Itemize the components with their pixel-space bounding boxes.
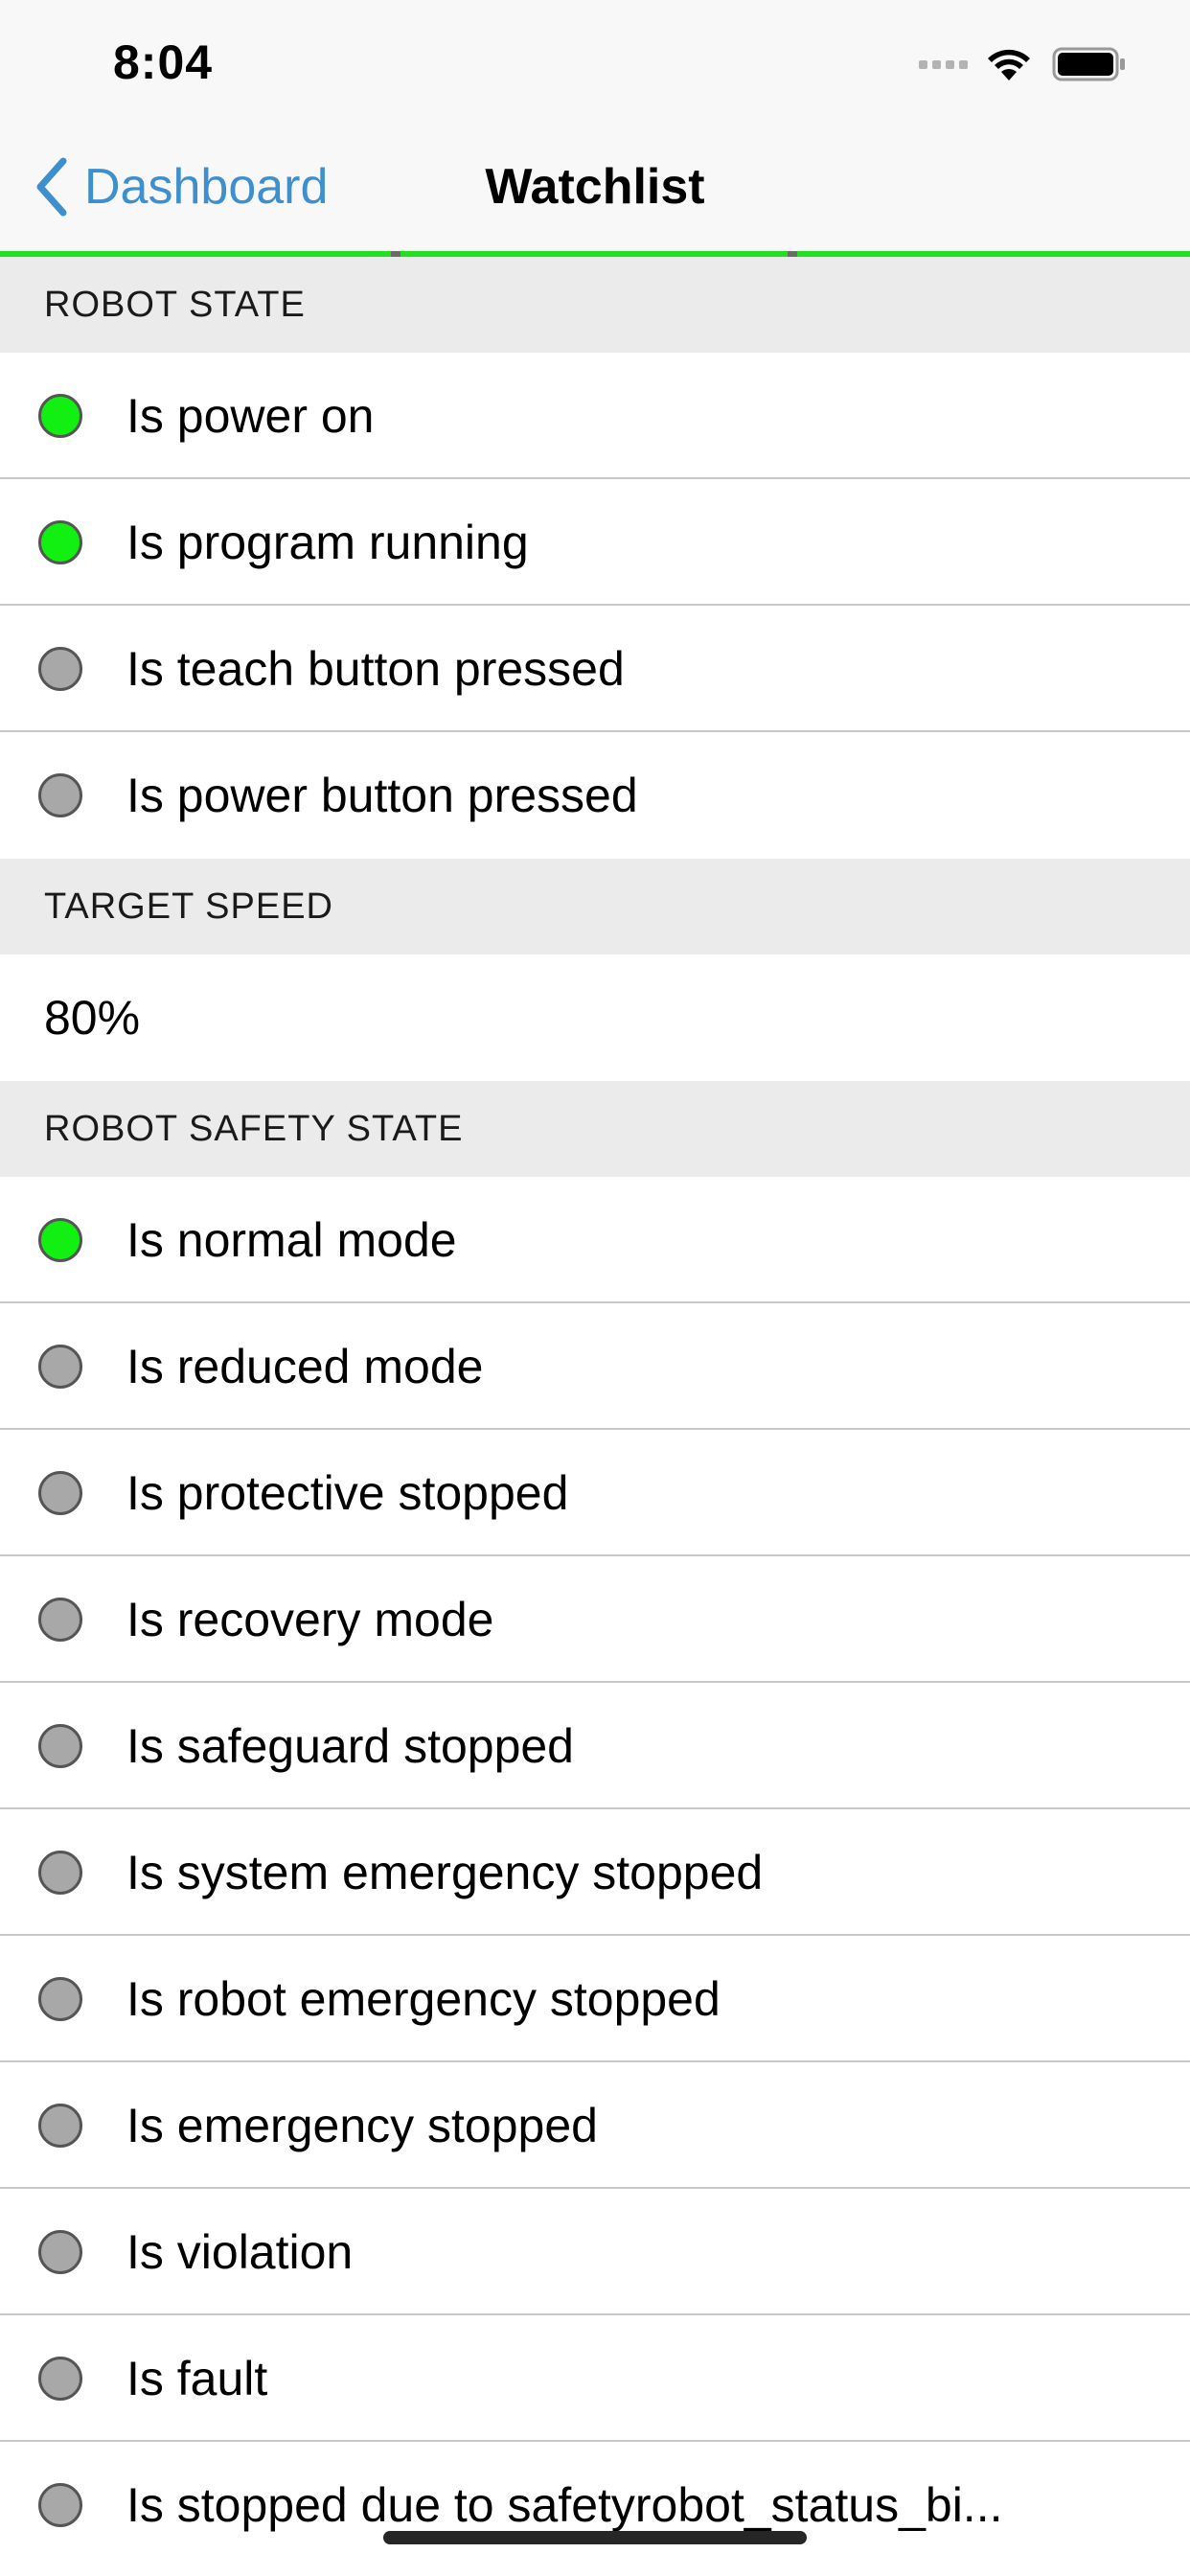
list-item[interactable]: Is power button pressed	[0, 732, 1190, 859]
watchlist-table[interactable]: ROBOT STATE Is power on Is program runni…	[0, 257, 1190, 2568]
page-title-container: Watchlist	[0, 158, 1190, 216]
app-screen: 8:04 Dashboard Watchlist ROBOT STATE Is …	[0, 0, 1190, 2576]
status-indicator-icon	[38, 1977, 82, 2021]
list-item-label: Is robot emergency stopped	[126, 1972, 721, 2026]
section-header-robot-safety-state: ROBOT SAFETY STATE	[0, 1081, 1190, 1177]
cellular-signal-icon	[919, 59, 968, 69]
status-indicators	[919, 42, 1127, 86]
list-item-label: Is teach button pressed	[126, 642, 625, 696]
list-item-label: Is power on	[126, 389, 375, 443]
list-item-label: Is normal mode	[126, 1213, 457, 1267]
section-header-target-speed: TARGET SPEED	[0, 859, 1190, 954]
list-item-label: Is recovery mode	[126, 1593, 494, 1646]
list-item[interactable]: Is teach button pressed	[0, 606, 1190, 732]
status-indicator-icon	[38, 1724, 82, 1768]
list-item[interactable]: Is protective stopped	[0, 1430, 1190, 1556]
list-item-label: Is stopped due to safetyrobot_status_bi.…	[126, 2478, 1003, 2532]
status-indicator-icon	[38, 2483, 82, 2527]
status-indicator-icon	[38, 1598, 82, 1642]
list-item[interactable]: Is system emergency stopped	[0, 1809, 1190, 1936]
status-indicator-icon	[38, 647, 82, 691]
list-item-label: Is safeguard stopped	[126, 1719, 574, 1773]
status-indicator-icon	[38, 2230, 82, 2274]
status-indicator-icon	[38, 1218, 82, 1262]
list-item[interactable]: Is violation	[0, 2189, 1190, 2315]
list-item[interactable]: Is reduced mode	[0, 1303, 1190, 1430]
status-indicator-icon	[38, 2104, 82, 2148]
page-title: Watchlist	[485, 159, 705, 215]
status-time: 8:04	[113, 35, 214, 89]
status-indicator-icon	[38, 520, 82, 564]
target-speed-value: 80%	[44, 991, 141, 1045]
list-item-label: Is fault	[126, 2352, 268, 2405]
list-item[interactable]: Is fault	[0, 2315, 1190, 2442]
status-indicator-icon	[38, 773, 82, 817]
list-item[interactable]: Is emergency stopped	[0, 2062, 1190, 2189]
list-item[interactable]: Is stopped due to safetyrobot_status_bi.…	[0, 2442, 1190, 2568]
status-indicator-icon	[38, 1471, 82, 1515]
wifi-icon	[988, 49, 1030, 80]
list-item[interactable]: Is normal mode	[0, 1177, 1190, 1303]
list-item-label: Is violation	[126, 2225, 354, 2279]
list-item[interactable]: Is robot emergency stopped	[0, 1936, 1190, 2062]
status-indicator-icon	[38, 1851, 82, 1895]
list-item[interactable]: Is recovery mode	[0, 1556, 1190, 1683]
list-item-label: Is protective stopped	[126, 1466, 569, 1520]
list-item[interactable]: Is program running	[0, 479, 1190, 606]
list-item[interactable]: Is power on	[0, 353, 1190, 479]
navigation-bar: 8:04 Dashboard Watchlist	[0, 0, 1190, 252]
list-item-label: Is power button pressed	[126, 769, 638, 822]
list-item-label: Is system emergency stopped	[126, 1846, 764, 1899]
list-item-label: Is program running	[126, 516, 529, 569]
battery-icon	[1052, 47, 1125, 81]
section-header-robot-state: ROBOT STATE	[0, 257, 1190, 353]
list-item-label: Is emergency stopped	[126, 2099, 598, 2152]
status-indicator-icon	[38, 394, 82, 438]
status-indicator-icon	[38, 1345, 82, 1389]
status-indicator-icon	[38, 2357, 82, 2401]
list-item-label: Is reduced mode	[126, 1340, 484, 1393]
list-item[interactable]: Is safeguard stopped	[0, 1683, 1190, 1809]
home-indicator[interactable]	[383, 2531, 807, 2544]
